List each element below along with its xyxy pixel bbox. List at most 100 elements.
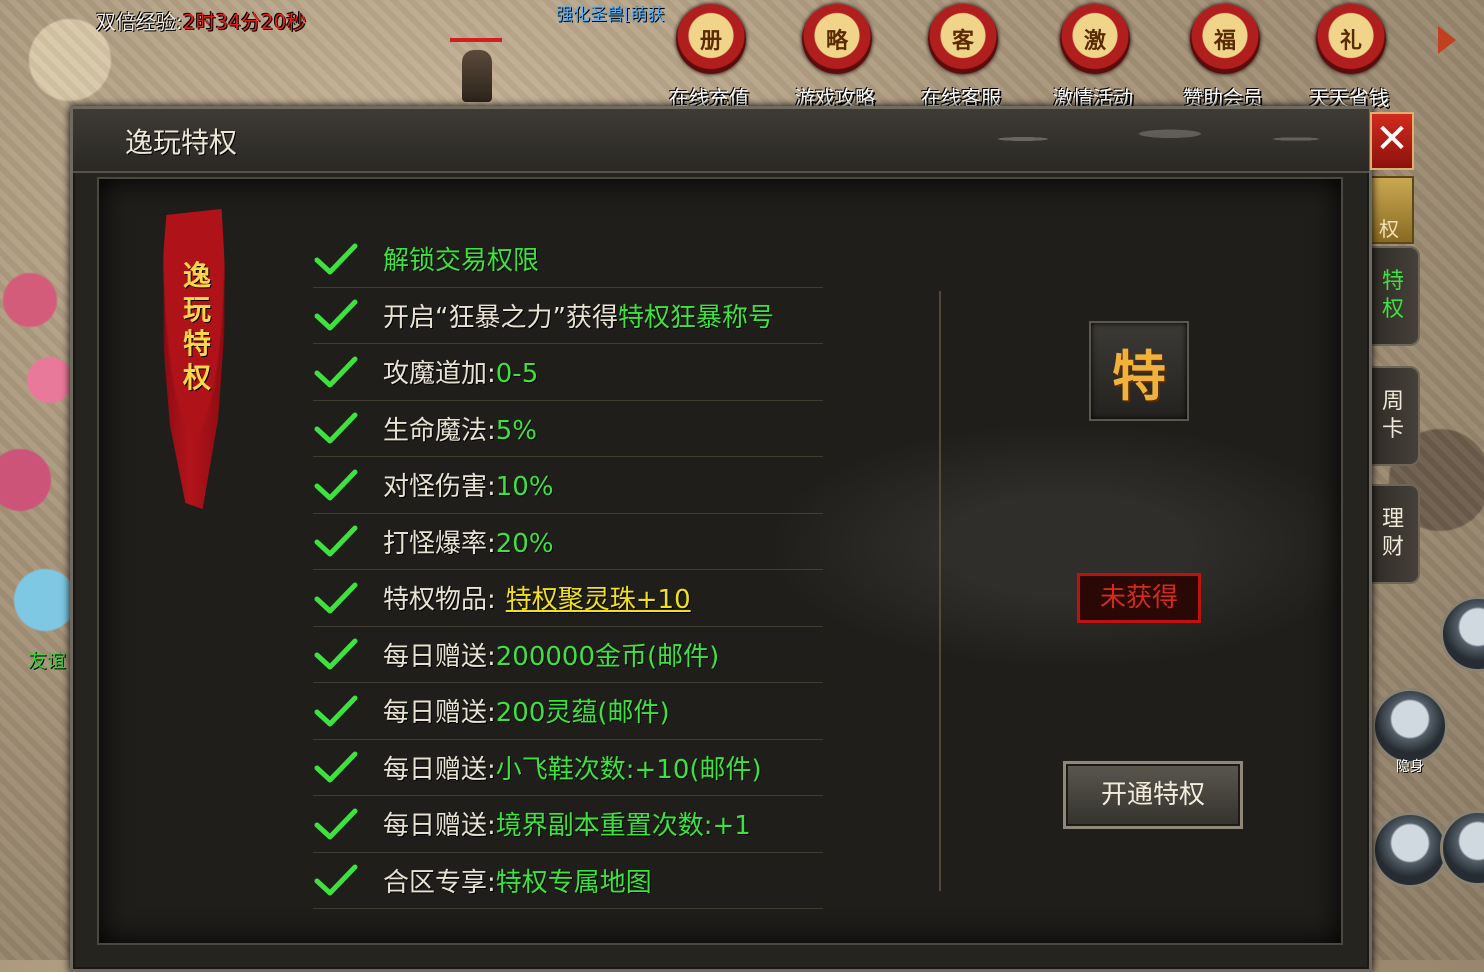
recharge-icon: 册 (676, 4, 746, 74)
perk-label: 每日赠送: (383, 754, 496, 785)
perk-text: 合区专享:特权专属地图 (383, 862, 652, 899)
item-link[interactable]: 特权聚灵珠+10 (506, 585, 691, 615)
perk-text: 攻魔道加:0-5 (383, 353, 538, 390)
support-icon: 客 (928, 4, 998, 74)
perk-label: 开启“狂暴之力”获得 (383, 302, 618, 333)
list-item: 打怪爆率:20% (313, 514, 823, 570)
perk-label: 每日赠送: (383, 698, 496, 729)
friend-label: 友谊 (28, 650, 67, 672)
tab-char: 理 (1381, 507, 1404, 532)
checkmark-icon (314, 864, 358, 896)
menu-savings-button[interactable]: 礼 天天省钱 (1290, 0, 1408, 110)
side-tab-weekly-card[interactable]: 周 卡 (1368, 366, 1420, 466)
banner-title: 逸 玩 特 权 (177, 259, 217, 395)
double-exp-timer: 2时34分20秒 (182, 10, 307, 34)
perk-text: 特权物品: 特权聚灵珠+10 (383, 579, 691, 616)
list-item: 每日赠送:境界副本重置次数:+1 (313, 796, 823, 853)
perk-text: 每日赠送:200000金币(邮件) (383, 636, 719, 673)
perk-label: 每日赠送: (383, 641, 496, 672)
menu-recharge-button[interactable]: 册 在线充值 (650, 0, 768, 110)
list-item: 特权物品: 特权聚灵珠+10 (313, 570, 823, 627)
menu-support-button[interactable]: 客 在线客服 (902, 0, 1020, 110)
events-icon: 激 (1060, 4, 1130, 74)
dialog-title: 逸玩特权 (125, 126, 238, 159)
double-exp-label: 双倍经验: (96, 10, 183, 34)
perk-value: 特权专属地图 (495, 867, 652, 898)
perk-label: 攻魔道加: (383, 359, 496, 390)
status-badge: 未获得 (1077, 573, 1201, 623)
checkmark-icon (314, 582, 358, 614)
checkmark-icon (314, 412, 358, 444)
perk-label: 合区专享: (383, 867, 496, 898)
tab-char: 权 (1381, 297, 1404, 322)
perk-text: 对怪伤害:10% (383, 466, 554, 503)
npc-character[interactable] (462, 50, 492, 102)
close-button[interactable]: ✕ (1370, 112, 1414, 170)
gift-box-icon: 礼 (1316, 4, 1386, 74)
perk-text: 每日赠送:200灵蕴(邮件) (383, 692, 670, 729)
perk-text: 生命魔法:5% (383, 410, 537, 447)
tab-char: 财 (1381, 535, 1404, 560)
perk-value: 境界副本重置次数:+1 (495, 811, 751, 842)
list-item: 对怪伤害:10% (313, 457, 823, 514)
checkmark-icon (314, 243, 358, 275)
perk-value: 小飞鞋次数:+10(邮件) (495, 754, 762, 785)
perk-text: 解锁交易权限 (383, 240, 539, 277)
stealth-skill-label: 隐身 (1396, 759, 1424, 775)
checkmark-icon (314, 638, 358, 670)
list-item: 开启“狂暴之力”获得特权狂暴称号 (313, 288, 823, 344)
tab-char: 特 (1381, 269, 1404, 294)
perk-value: 0-5 (495, 359, 539, 390)
dialog-header[interactable]: 逸玩特权 (73, 109, 1369, 173)
expand-arrow-icon[interactable] (1438, 26, 1456, 54)
privilege-emblem: 特 (1089, 321, 1189, 421)
perk-value: 解锁交易权限 (383, 246, 540, 277)
tab-char: 卡 (1381, 417, 1404, 442)
perk-value: 5% (495, 415, 538, 446)
top-menu: 册 在线充值 略 游戏攻略 客 在线客服 激 激情活动 福 赞助会员 礼 天天省… (650, 0, 1484, 110)
stealth-skill-icon[interactable] (1372, 688, 1448, 764)
activate-privilege-button[interactable]: 开通特权 (1063, 761, 1243, 829)
perk-label: 每日赠送: (383, 811, 496, 842)
skill-slot-icon[interactable] (1372, 812, 1448, 888)
side-tab-privilege[interactable]: 特 权 (1368, 246, 1420, 346)
menu-guide-button[interactable]: 略 游戏攻略 (776, 0, 894, 110)
perk-label: 对怪伤害: (383, 472, 496, 503)
dragon-ornament-icon (939, 113, 1359, 165)
perk-value: 10% (495, 472, 554, 503)
side-tab-finance[interactable]: 理 财 (1368, 484, 1420, 584)
checkmark-icon (314, 469, 358, 501)
perk-text: 开启“狂暴之力”获得特权狂暴称号 (383, 297, 774, 334)
menu-events-button[interactable]: 激 激情活动 (1034, 0, 1152, 110)
checkmark-icon (314, 808, 358, 840)
list-item: 解锁交易权限 (313, 231, 823, 288)
banner-char: 逸 (182, 259, 211, 292)
list-item: 合区专享:特权专属地图 (313, 853, 823, 909)
list-item: 每日赠送:小飞鞋次数:+10(邮件) (313, 740, 823, 796)
banner-char: 玩 (182, 293, 211, 326)
perk-label: 打怪爆率: (383, 528, 496, 559)
column-divider (939, 291, 941, 891)
perk-value: 200灵蕴(邮件) (495, 698, 670, 729)
perk-text: 打怪爆率:20% (383, 523, 554, 560)
dialog-content: 逸 玩 特 权 解锁交易权限 开启“狂暴之力”获得特权狂暴称号 攻魔道加:0-5… (97, 177, 1343, 945)
perk-value: 特权狂暴称号 (617, 302, 774, 333)
banner-char: 权 (182, 361, 211, 394)
checkmark-icon (314, 356, 358, 388)
checkmark-icon (314, 299, 358, 331)
checkmark-icon (314, 695, 358, 727)
guide-scroll-icon: 略 (802, 4, 872, 74)
privilege-dialog: 逸玩特权 逸 玩 特 权 解锁交易权限 开启“狂暴之力”获得特权狂暴称号 攻魔道… (70, 106, 1372, 972)
banner-char: 特 (182, 327, 211, 360)
privilege-glyph: 特 (1112, 344, 1166, 408)
perk-list: 解锁交易权限 开启“狂暴之力”获得特权狂暴称号 攻魔道加:0-5 生命魔法:5%… (313, 231, 823, 909)
perk-label: 特权物品: (383, 585, 496, 616)
list-item: 生命魔法:5% (313, 401, 823, 457)
npc-name: 强化圣兽[萌获 (556, 5, 665, 25)
perk-text: 每日赠送:小飞鞋次数:+10(邮件) (383, 749, 762, 786)
double-exp-status: 双倍经验:2时34分20秒 (96, 6, 306, 35)
menu-vip-button[interactable]: 福 赞助会员 (1164, 0, 1282, 110)
blossom-tree (0, 180, 80, 700)
perk-label: 生命魔法: (383, 415, 496, 446)
npc-hp-bar (450, 38, 502, 42)
